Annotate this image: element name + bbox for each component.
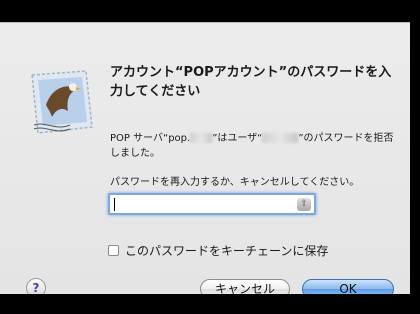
- password-input[interactable]: ⇧: [108, 193, 316, 215]
- password-dialog: アカウント“POPアカウント”のパスワードを入力してください POP サーバ“p…: [0, 22, 410, 299]
- save-to-keychain-option[interactable]: このパスワードをキーチェーンに保存: [108, 242, 328, 258]
- text-cursor: [114, 198, 115, 211]
- save-to-keychain-checkbox[interactable]: [108, 244, 119, 256]
- screen-edge: [410, 0, 420, 314]
- redacted-server: [190, 133, 213, 143]
- save-to-keychain-label: このパスワードをキーチェーンに保存: [125, 243, 329, 258]
- dialog-title: アカウント“POPアカウント”のパスワードを入力してください: [110, 65, 392, 99]
- redacted-user: [262, 133, 299, 143]
- dialog-prompt: パスワードを再入力するか、キャンセルしてください。: [110, 177, 360, 188]
- message-text-2: ”はユーザ“: [212, 133, 263, 144]
- message-text-1: POP サーバ“pop.: [110, 133, 191, 144]
- keychain-access-icon[interactable]: ⇧: [297, 198, 311, 211]
- screen-bottom-bar: [0, 294, 420, 314]
- mail-stamp-eagle-icon: [26, 65, 100, 139]
- dialog-message: POP サーバ“pop. ”はユーザ“ ”のパスワードを拒否しました。: [110, 131, 400, 161]
